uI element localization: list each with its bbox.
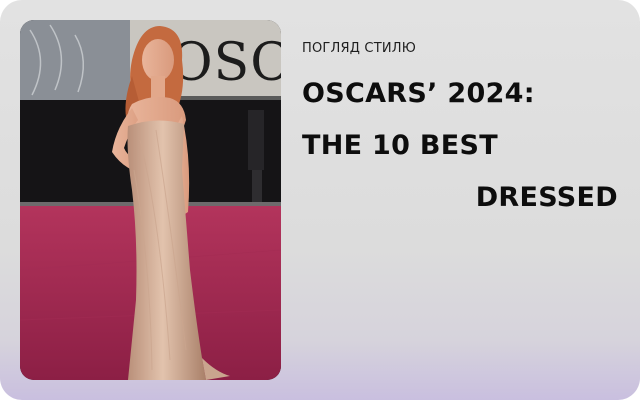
headline-line-3: DRESSED (475, 182, 618, 213)
backdrop-oscars-text: OSCARS (170, 33, 281, 93)
article-headline[interactable]: OSCARS’ 2024: THE 10 BEST DRESSED (302, 68, 624, 224)
headline-line-1: OSCARS’ 2024: (302, 78, 535, 109)
headline-line-2: THE 10 BEST (302, 130, 499, 161)
article-photo[interactable]: OSCARS (20, 20, 281, 380)
article-card[interactable]: OSCARS ПОГЛЯД СТИЛЮ OS (0, 0, 640, 400)
category-label: ПОГЛЯД СТИЛЮ (302, 41, 416, 56)
red-carpet-image: OSCARS (20, 20, 281, 380)
